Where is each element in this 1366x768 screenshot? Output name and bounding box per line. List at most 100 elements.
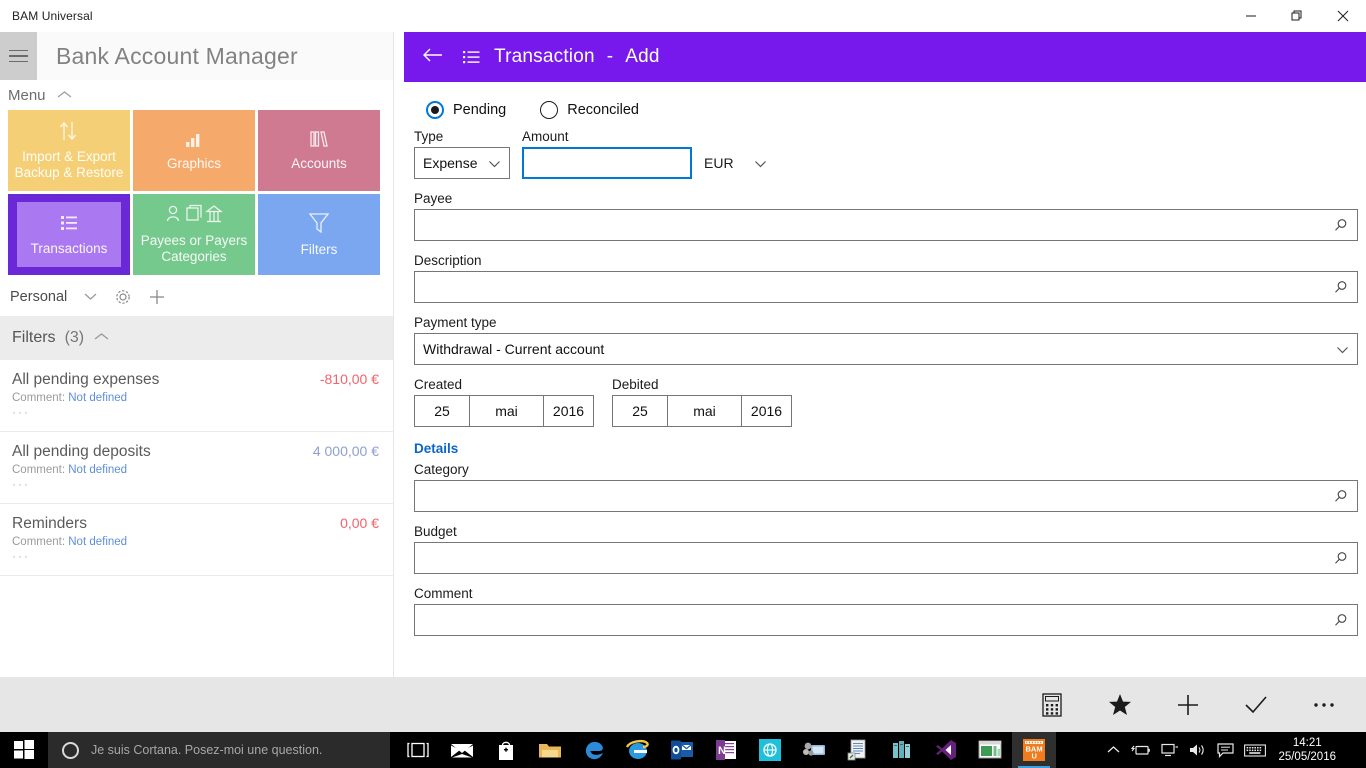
internet-explorer-icon[interactable]	[616, 732, 660, 768]
folder-icon[interactable]	[528, 732, 572, 768]
filters-count: (3)	[64, 329, 85, 346]
chevron-up-icon[interactable]	[93, 329, 110, 347]
ellipsis-icon[interactable]	[1290, 681, 1358, 729]
network-icon[interactable]	[1161, 743, 1179, 757]
store-icon[interactable]	[484, 732, 528, 768]
star-icon[interactable]	[1086, 681, 1154, 729]
created-month[interactable]: mai	[469, 395, 544, 427]
chevron-down-icon[interactable]	[83, 289, 98, 305]
close-button[interactable]	[1320, 0, 1366, 32]
list-item[interactable]: All pending deposits 4 000,00 € Comment:…	[0, 432, 393, 504]
account-selector-row: Personal	[0, 278, 393, 316]
filter-amount: -810,00 €	[319, 371, 379, 387]
created-year[interactable]: 2016	[543, 395, 594, 427]
window-app-icon[interactable]	[968, 732, 1012, 768]
search-icon[interactable]	[1333, 550, 1349, 566]
list-item[interactable]: All pending expenses -810,00 € Comment: …	[0, 360, 393, 432]
chevron-up-icon[interactable]	[1106, 745, 1121, 755]
comment-input[interactable]	[414, 604, 1358, 636]
search-icon[interactable]	[1333, 612, 1349, 628]
chevron-down-icon	[1336, 341, 1349, 357]
search-icon[interactable]	[1333, 279, 1349, 295]
payee-input[interactable]	[414, 209, 1358, 241]
bam-universal-icon[interactable]: BAM U	[1012, 732, 1056, 768]
battery-icon[interactable]	[1131, 743, 1151, 757]
amount-input[interactable]	[522, 147, 692, 179]
tile-filters[interactable]: Filters	[258, 194, 380, 275]
speaker-icon[interactable]	[1189, 743, 1207, 757]
plus-icon[interactable]	[1154, 681, 1222, 729]
outlook-icon[interactable]	[660, 732, 704, 768]
tile-transactions[interactable]: Transactions	[8, 194, 130, 275]
minimize-button[interactable]	[1228, 0, 1274, 32]
gear-icon[interactable]	[114, 288, 132, 306]
server-icon[interactable]	[880, 732, 924, 768]
filter-more-icon[interactable]: ···	[12, 405, 379, 419]
debited-day[interactable]: 25	[612, 395, 668, 427]
filter-more-icon[interactable]: ···	[12, 477, 379, 491]
plus-icon[interactable]	[148, 288, 166, 306]
search-icon[interactable]	[1333, 488, 1349, 504]
visual-studio-icon[interactable]	[924, 732, 968, 768]
chevron-up-icon	[56, 87, 73, 104]
edge-icon[interactable]	[572, 732, 616, 768]
payees-categories-icon	[163, 204, 225, 231]
payment-type-select[interactable]: Withdrawal - Current account	[414, 333, 1358, 365]
search-icon[interactable]	[1333, 217, 1349, 233]
type-select[interactable]: Expense	[414, 147, 510, 179]
tile-accounts[interactable]: Accounts	[258, 110, 380, 191]
taskbar: Je suis Cortana. Posez-moi une question.	[0, 732, 1366, 768]
windows-start-icon[interactable]	[0, 732, 48, 768]
details-section-toggle[interactable]: Details	[414, 441, 1356, 456]
radio-pending[interactable]: Pending	[426, 101, 506, 119]
filters-section-header[interactable]: Filters (3)	[0, 316, 393, 360]
currency-select[interactable]: EUR	[704, 147, 767, 179]
debited-month[interactable]: mai	[667, 395, 742, 427]
list-item[interactable]: Reminders 0,00 € Comment: Not defined ··…	[0, 504, 393, 576]
debited-date-picker[interactable]: 25 mai 2016	[612, 395, 792, 427]
cortana-search-box[interactable]: Je suis Cortana. Posez-moi une question.	[48, 732, 390, 768]
task-view-icon[interactable]	[396, 732, 440, 768]
tile-payees-categories[interactable]: Payees or Payers Categories	[133, 194, 255, 275]
category-label: Category	[414, 462, 469, 477]
debited-year[interactable]: 2016	[741, 395, 792, 427]
account-name[interactable]: Personal	[10, 289, 67, 305]
description-input[interactable]	[414, 271, 1358, 303]
amount-label: Amount	[522, 129, 569, 144]
taskbar-clock[interactable]: 14:21 25/05/2016	[1276, 736, 1342, 764]
debited-group: Debited 25 mai 2016	[612, 377, 792, 427]
system-tray: 14:21 25/05/2016	[1106, 736, 1366, 764]
debited-label: Debited	[612, 377, 659, 392]
filter-comment-value[interactable]: Not defined	[68, 536, 127, 548]
tile-import-export[interactable]: Import & Export Backup & Restore	[8, 110, 130, 191]
funnel-icon	[306, 211, 332, 240]
radio-reconciled[interactable]: Reconciled	[540, 101, 639, 119]
menu-toggle[interactable]: Menu	[0, 80, 393, 110]
action-center-icon[interactable]	[1217, 742, 1235, 758]
restore-button[interactable]	[1274, 0, 1320, 32]
tile-graphics[interactable]: Graphics	[133, 110, 255, 191]
filter-comment-value[interactable]: Not defined	[68, 392, 127, 404]
clock-time: 14:21	[1292, 737, 1322, 749]
document-shortcut-icon[interactable]	[836, 732, 880, 768]
hamburger-icon[interactable]	[0, 32, 37, 80]
payment-type-group: Payment type Withdrawal - Current accoun…	[414, 315, 1358, 365]
created-date-picker[interactable]: 25 mai 2016	[414, 395, 594, 427]
onenote-icon[interactable]: N	[704, 732, 748, 768]
remote-desktop-icon[interactable]	[792, 732, 836, 768]
budget-input[interactable]	[414, 542, 1358, 574]
created-day[interactable]: 25	[414, 395, 470, 427]
category-input[interactable]	[414, 480, 1358, 512]
import-export-icon	[57, 120, 81, 147]
calculator-icon[interactable]	[1018, 681, 1086, 729]
tile-label: Import & Export	[22, 149, 116, 164]
type-label: Type	[414, 129, 444, 144]
created-label: Created	[414, 377, 463, 392]
checkmark-icon[interactable]	[1222, 681, 1290, 729]
mail-icon[interactable]	[440, 732, 484, 768]
back-arrow-icon[interactable]	[416, 47, 450, 67]
keyboard-icon[interactable]	[1244, 743, 1267, 757]
filter-more-icon[interactable]: ···	[12, 549, 379, 563]
teal-app-icon[interactable]	[748, 732, 792, 768]
filter-comment-value[interactable]: Not defined	[68, 464, 127, 476]
